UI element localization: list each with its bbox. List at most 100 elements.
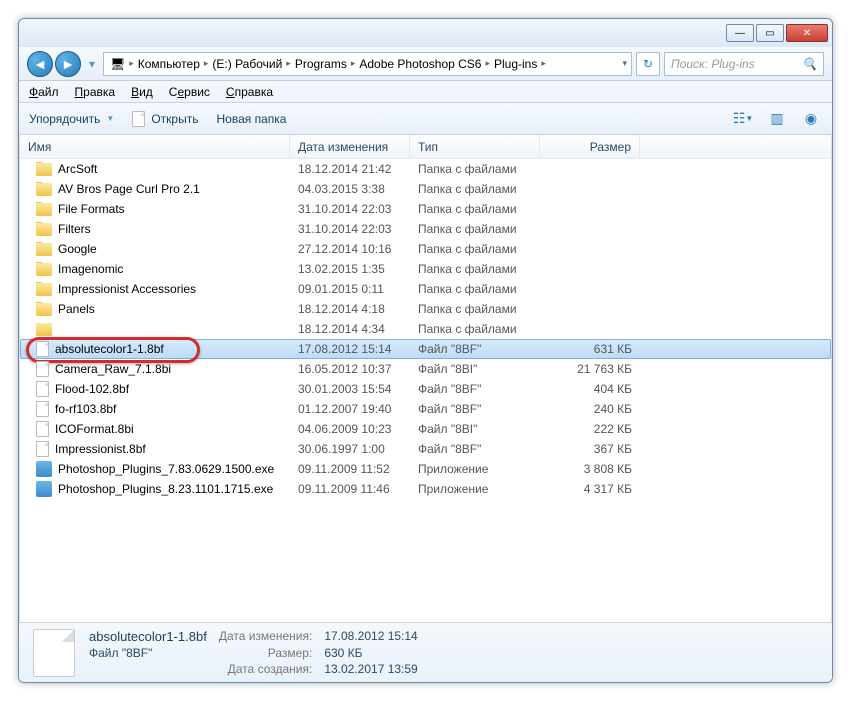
- search-placeholder: Поиск: Plug-ins: [671, 57, 755, 71]
- file-name: Impressionist Accessories: [58, 282, 196, 296]
- file-row[interactable]: Filters31.10.2014 22:03Папка с файлами: [20, 219, 831, 239]
- file-date: 13.02.2015 1:35: [290, 262, 410, 276]
- file-row[interactable]: Impressionist.8bf30.06.1997 1:00Файл "8B…: [20, 439, 831, 459]
- file-type: Файл "8BF": [410, 342, 540, 356]
- new-folder-button[interactable]: Новая папка: [216, 112, 286, 126]
- file-type: Папка с файлами: [410, 162, 540, 176]
- breadcrumb-segment[interactable]: Plug-ins: [492, 57, 539, 71]
- menu-file[interactable]: Файл: [29, 85, 59, 99]
- refresh-button[interactable]: ↻: [636, 52, 660, 76]
- file-type: Файл "8BI": [410, 422, 540, 436]
- file-row[interactable]: Impressionist Accessories 09.01.2015 0:11…: [20, 279, 831, 299]
- details-date-label: Дата изменения:: [219, 629, 313, 644]
- file-row[interactable]: AV Bros Page Curl Pro 2.1 04.03.2015 3:38…: [20, 179, 831, 199]
- file-date: 09.01.2015 0:11: [290, 282, 410, 296]
- details-size-label: Размер:: [219, 646, 313, 660]
- file-type: Приложение: [410, 462, 540, 476]
- file-list: Имя Дата изменения Тип Размер ArcSoft18.…: [19, 135, 832, 622]
- breadcrumb-segment[interactable]: Programs: [293, 57, 349, 71]
- file-row[interactable]: File Formats31.10.2014 22:03Папка с файл…: [20, 199, 831, 219]
- folder-icon: [36, 323, 52, 336]
- file-type: Папка с файлами: [410, 322, 540, 336]
- file-name: Flood-102.8bf: [55, 382, 129, 396]
- help-button[interactable]: ◉: [800, 109, 822, 129]
- file-size: 4 317 КБ: [540, 482, 640, 496]
- file-row[interactable]: Google27.12.2014 10:16Папка с файлами: [20, 239, 831, 259]
- column-size[interactable]: Размер: [540, 135, 640, 158]
- file-icon: [132, 111, 145, 127]
- file-date: 18.12.2014 21:42: [290, 162, 410, 176]
- back-button[interactable]: ◄: [27, 51, 53, 77]
- file-name: AV Bros Page Curl Pro 2.1: [58, 182, 200, 196]
- file-row[interactable]: ArcSoft18.12.2014 21:42Папка с файлами: [20, 159, 831, 179]
- explorer-window: — ▭ ✕ ◄ ► ▾ 🖥 ▸ Компьютер ▸ (E:) Рабочий…: [18, 18, 833, 683]
- open-button[interactable]: Открыть: [132, 111, 198, 127]
- chevron-right-icon: ▸: [129, 58, 134, 69]
- chevron-right-icon: ▸: [204, 58, 209, 69]
- search-input[interactable]: Поиск: Plug-ins 🔍: [664, 52, 824, 76]
- breadcrumb[interactable]: 🖥 ▸ Компьютер ▸ (E:) Рабочий ▸ Programs …: [103, 52, 632, 76]
- menu-edit[interactable]: Правка: [75, 85, 116, 99]
- column-date[interactable]: Дата изменения: [290, 135, 410, 158]
- file-date: 04.03.2015 3:38: [290, 182, 410, 196]
- file-row[interactable]: 18.12.2014 4:34Папка с файлами: [20, 319, 831, 339]
- details-created-value: 13.02.2017 13:59: [324, 662, 417, 676]
- menu-view[interactable]: Вид: [131, 85, 153, 99]
- file-icon: [36, 341, 49, 357]
- file-size: 21 763 КБ: [540, 362, 640, 376]
- file-row[interactable]: Camera_Raw_7.1.8bi16.05.2012 10:37Файл "…: [20, 359, 831, 379]
- close-button[interactable]: ✕: [786, 24, 828, 42]
- file-size: 404 КБ: [540, 382, 640, 396]
- maximize-button[interactable]: ▭: [756, 24, 784, 42]
- search-icon: 🔍: [802, 57, 817, 71]
- history-dropdown[interactable]: ▾: [85, 51, 99, 77]
- breadcrumb-segment[interactable]: Компьютер: [136, 57, 202, 71]
- file-type: Файл "8BF": [410, 382, 540, 396]
- file-date: 30.01.2003 15:54: [290, 382, 410, 396]
- organize-button[interactable]: Упорядочить ▼: [29, 112, 114, 126]
- file-row[interactable]: Photoshop_Plugins_8.23.1101.1715.exe09.1…: [20, 479, 831, 499]
- details-type: Файл "8BF": [89, 646, 207, 660]
- file-date: 09.11.2009 11:52: [290, 462, 410, 476]
- menu-tools[interactable]: Сервис: [169, 85, 210, 99]
- file-icon: [36, 441, 49, 457]
- view-options-button[interactable]: ☷ ▼: [732, 109, 754, 129]
- file-row[interactable]: ICOFormat.8bi04.06.2009 10:23Файл "8BI"2…: [20, 419, 831, 439]
- file-row[interactable]: Flood-102.8bf 30.01.2003 15:54Файл "8BF"4…: [20, 379, 831, 399]
- file-date: 18.12.2014 4:34: [290, 322, 410, 336]
- column-name[interactable]: Имя: [20, 135, 290, 158]
- folder-icon: [36, 243, 52, 256]
- file-date: 04.06.2009 10:23: [290, 422, 410, 436]
- menu-help[interactable]: Справка: [226, 85, 273, 99]
- file-row[interactable]: Panels18.12.2014 4:18Папка с файлами: [20, 299, 831, 319]
- column-headers: Имя Дата изменения Тип Размер: [20, 135, 831, 159]
- file-size: 3 808 КБ: [540, 462, 640, 476]
- breadcrumb-dropdown[interactable]: ▾: [622, 58, 627, 69]
- file-rows: ArcSoft18.12.2014 21:42Папка с файламиAV…: [20, 159, 831, 499]
- breadcrumb-segment[interactable]: (E:) Рабочий: [210, 57, 284, 71]
- folder-icon: [36, 303, 52, 316]
- file-size: 631 КБ: [540, 342, 640, 356]
- folder-icon: [36, 203, 52, 216]
- file-date: 17.08.2012 15:14: [290, 342, 410, 356]
- file-name: Photoshop_Plugins_8.23.1101.1715.exe: [58, 482, 273, 496]
- file-name: Camera_Raw_7.1.8bi: [55, 362, 171, 376]
- file-row[interactable]: Imagenomic13.02.2015 1:35Папка с файлами: [20, 259, 831, 279]
- chevron-right-icon: ▸: [541, 58, 546, 69]
- preview-pane-button[interactable]: ▥: [766, 109, 788, 129]
- file-name: ICOFormat.8bi: [55, 422, 134, 436]
- details-size-value: 630 КБ: [324, 646, 417, 660]
- file-row[interactable]: absolutecolor1-1.8bf17.08.2012 15:14Файл…: [20, 339, 831, 359]
- minimize-button[interactable]: —: [726, 24, 754, 42]
- details-date-value: 17.08.2012 15:14: [324, 629, 417, 644]
- exe-icon: [36, 461, 52, 477]
- breadcrumb-computer-icon[interactable]: 🖥: [108, 57, 127, 71]
- forward-button[interactable]: ►: [55, 51, 81, 77]
- file-row[interactable]: fo-rf103.8bf01.12.2007 19:40Файл "8BF"24…: [20, 399, 831, 419]
- file-size: 367 КБ: [540, 442, 640, 456]
- chevron-right-icon: ▸: [485, 58, 490, 69]
- file-icon: [36, 401, 49, 417]
- breadcrumb-segment[interactable]: Adobe Photoshop CS6: [357, 57, 483, 71]
- column-type[interactable]: Тип: [410, 135, 540, 158]
- file-row[interactable]: Photoshop_Plugins_7.83.0629.1500.exe09.1…: [20, 459, 831, 479]
